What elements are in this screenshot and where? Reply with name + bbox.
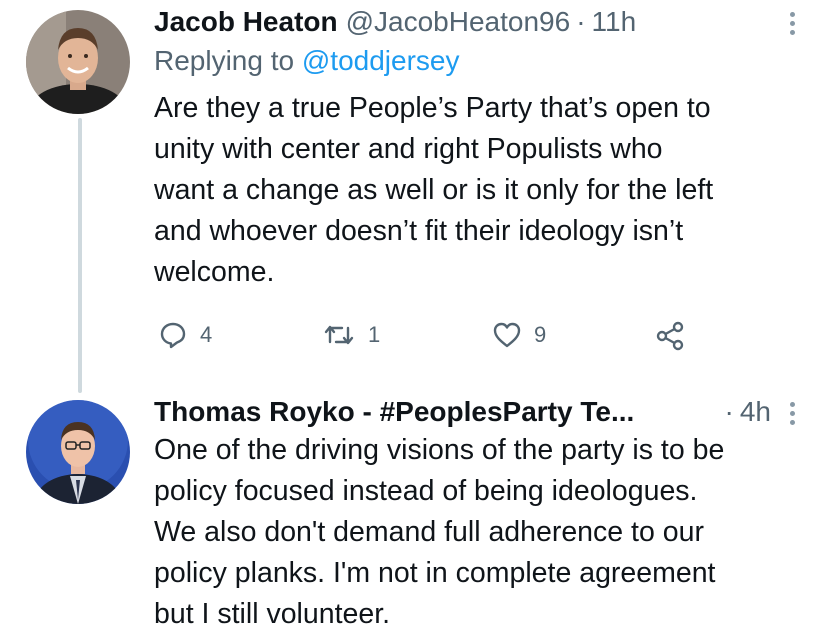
- tweet-thomas-royko[interactable]: Thomas Royko - #PeoplesParty Te... · 4h …: [154, 394, 805, 635]
- tweet-timestamp[interactable]: 11h: [592, 4, 637, 40]
- avatar-thomas-royko[interactable]: [26, 400, 130, 504]
- replying-prefix: Replying to: [154, 45, 295, 76]
- replying-to-line: Replying to @toddjersey: [154, 42, 805, 80]
- tweet-text-line: policy planks. I'm not in complete agree…: [154, 557, 716, 589]
- heart-icon: [493, 322, 521, 348]
- author-name[interactable]: Jacob Heaton: [154, 4, 338, 40]
- more-options-icon[interactable]: [789, 12, 795, 35]
- tweet-text-line: and whoever doesn’t fit their ideology i…: [154, 215, 684, 247]
- retweet-count: 1: [368, 322, 381, 347]
- author-handle[interactable]: @JacobHeaton96: [346, 4, 571, 40]
- tweet-header: Thomas Royko - #PeoplesParty Te... · 4h: [154, 394, 805, 430]
- reply-bubble-icon: [160, 322, 186, 349]
- tweet-text-line: policy focused instead of being ideologu…: [154, 475, 698, 507]
- thread-connector-line: [78, 118, 82, 393]
- author-name[interactable]: Thomas Royko - #PeoplesParty Te...: [154, 394, 634, 430]
- tweet-action-bar: 4 1 9: [154, 320, 694, 356]
- retweet-icon: [324, 325, 354, 345]
- tweet-timestamp[interactable]: 4h: [740, 394, 771, 430]
- tweet-header: Jacob Heaton @JacobHeaton96 · 11h: [154, 4, 805, 40]
- tweet-text-line: unity with center and right Populists wh…: [154, 133, 663, 165]
- separator-dot: ·: [576, 6, 586, 37]
- tweet-text-line: want a change as well or is it only for …: [154, 174, 714, 206]
- more-options-icon[interactable]: [789, 402, 795, 425]
- tweet-text-line: One of the driving visions of the party …: [154, 434, 725, 466]
- tweet-text-line: Are they a true People’s Party that’s op…: [154, 92, 711, 124]
- tweet-text: One of the driving visions of the party …: [154, 430, 805, 635]
- like-button[interactable]: 9: [492, 320, 546, 350]
- tweet-jacob-heaton[interactable]: Jacob Heaton @JacobHeaton96 · 11h Replyi…: [154, 4, 805, 293]
- share-icon: [656, 321, 684, 351]
- tweet-text-line: welcome.: [154, 256, 275, 288]
- replying-mention-link[interactable]: @toddjersey: [302, 45, 460, 76]
- avatar-jacob-heaton[interactable]: [26, 10, 130, 114]
- separator-dot: ·: [724, 396, 734, 427]
- reply-button[interactable]: 4: [158, 320, 212, 350]
- like-count: 9: [534, 322, 547, 347]
- tweet-text-line: We also don't demand full adherence to o…: [154, 516, 704, 548]
- retweet-button[interactable]: 1: [322, 320, 380, 350]
- tweet-text-line: but I still volunteer.: [154, 598, 391, 630]
- tweet-text: Are they a true People’s Party that’s op…: [154, 88, 805, 293]
- share-button[interactable]: [654, 320, 686, 352]
- reply-count: 4: [200, 322, 213, 347]
